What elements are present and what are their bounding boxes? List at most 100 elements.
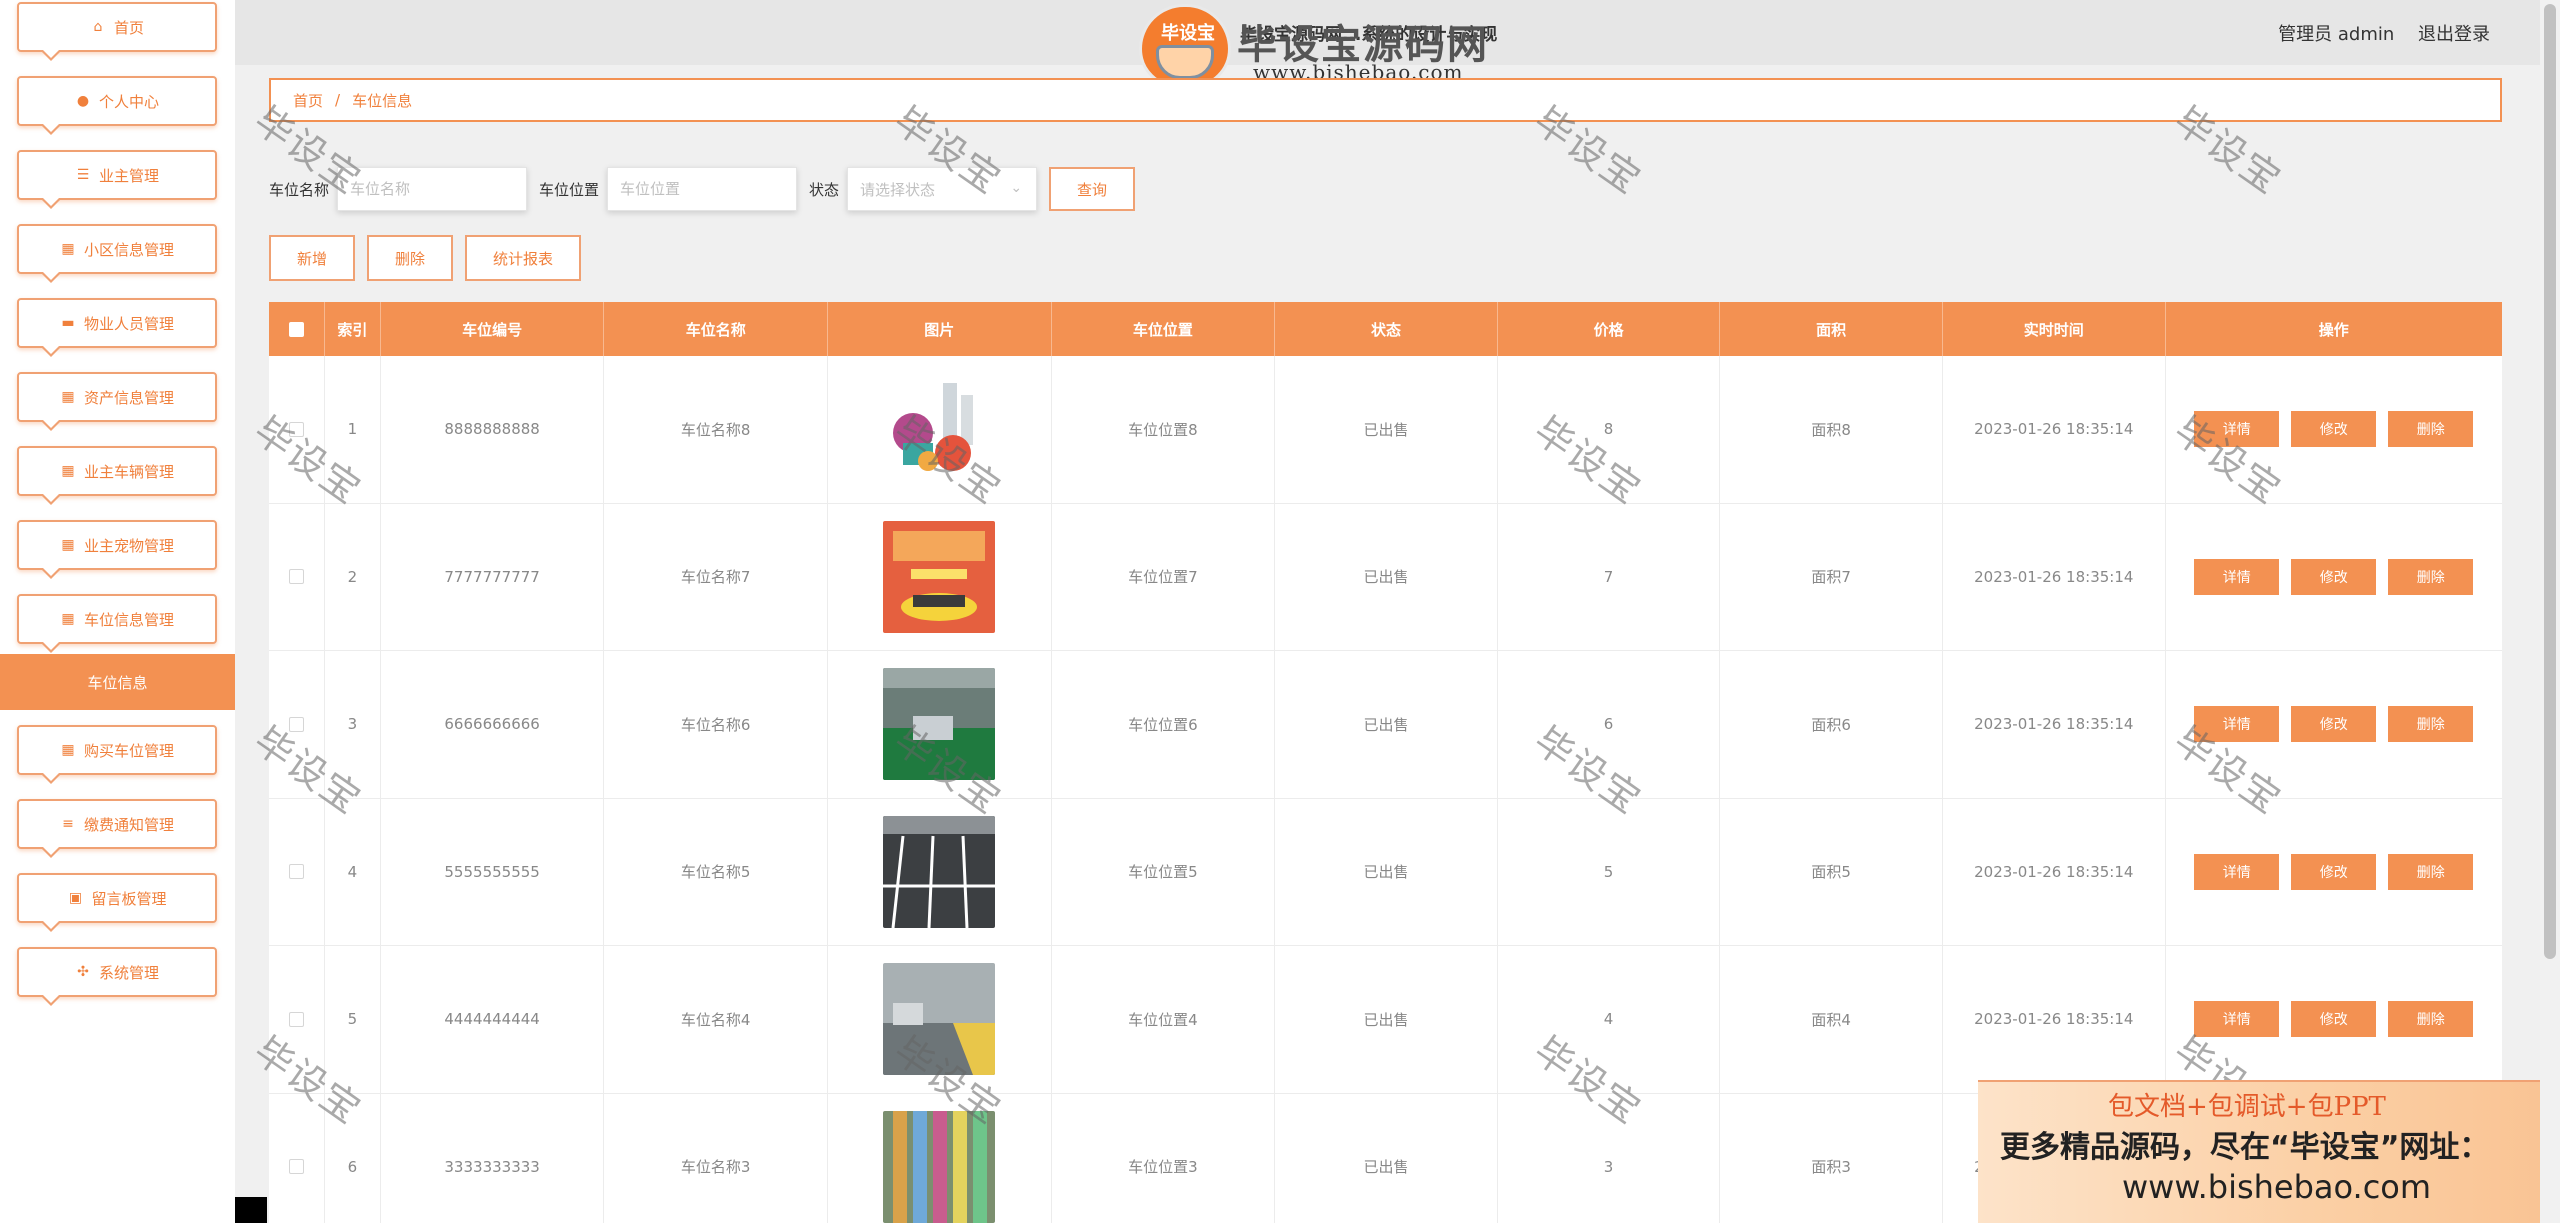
logo-badge-text: 毕设宝 xyxy=(1161,23,1215,44)
scrollbar-thumb[interactable] xyxy=(2544,4,2556,959)
row-select-cell xyxy=(269,798,325,945)
sidebar-item-vehicles[interactable]: ▦ 业主车辆管理 xyxy=(17,446,217,505)
position-input[interactable] xyxy=(607,167,798,211)
sidebar-item-assets[interactable]: ▦ 资产信息管理 xyxy=(17,372,217,431)
bulk-delete-button[interactable]: 删除 xyxy=(367,235,454,281)
header-position: 车位位置 xyxy=(1052,302,1276,356)
parking-thumbnail[interactable] xyxy=(883,668,996,781)
row-checkbox[interactable] xyxy=(288,1159,304,1175)
apps-icon: ▦ xyxy=(61,742,75,758)
select-all-checkbox[interactable] xyxy=(288,321,304,337)
detail-button[interactable]: 详情 xyxy=(2194,411,2280,448)
row-checkbox[interactable] xyxy=(288,864,304,880)
cell-actions: 详情修改删除 xyxy=(2166,356,2502,503)
cell-position: 车位位置7 xyxy=(1052,503,1276,650)
parking-thumbnail[interactable] xyxy=(883,373,996,486)
header-name: 车位名称 xyxy=(604,302,828,356)
row-checkbox[interactable] xyxy=(288,569,304,585)
logout-link[interactable]: 退出登录 xyxy=(2418,24,2490,45)
query-button[interactable]: 查询 xyxy=(1049,167,1136,211)
sidebar-item-label: 车位信息管理 xyxy=(83,610,174,629)
detail-button[interactable]: 详情 xyxy=(2194,706,2280,743)
delete-button[interactable]: 删除 xyxy=(2388,411,2474,448)
sidebar-item-pets[interactable]: ▦ 业主宠物管理 xyxy=(17,520,217,579)
edit-button[interactable]: 修改 xyxy=(2291,706,2377,743)
cell-index: 4 xyxy=(325,798,381,945)
cell-area: 面积6 xyxy=(1720,651,1943,798)
detail-button[interactable]: 详情 xyxy=(2194,1001,2280,1038)
delete-button[interactable]: 删除 xyxy=(2388,706,2474,743)
grid-icon: ▦ xyxy=(61,537,75,553)
header-index: 索引 xyxy=(325,302,381,356)
search-bar: 车位名称 车位位置 状态 请选择状态 ⌄ 查询 xyxy=(269,166,1136,212)
cell-actions: 详情修改删除 xyxy=(2166,651,2502,798)
sidebar-item-parking[interactable]: ▦ 车位信息管理 xyxy=(17,594,217,653)
edit-button[interactable]: 修改 xyxy=(2291,411,2377,448)
row-checkbox[interactable] xyxy=(288,1011,304,1027)
sidebar-item-label: 物业人员管理 xyxy=(83,314,174,333)
grid-icon: ▦ xyxy=(61,389,75,405)
sidebar-item-label: 首页 xyxy=(113,18,144,37)
parking-thumbnail[interactable] xyxy=(883,520,996,633)
cell-name: 车位名称8 xyxy=(604,356,828,503)
sliders-icon: ≡ xyxy=(62,816,74,832)
page-scrollbar[interactable] xyxy=(2540,0,2560,1223)
edit-button[interactable]: 修改 xyxy=(2291,558,2377,595)
cell-time: 2023-01-26 18:35:14 xyxy=(1943,651,2166,798)
cell-code: 6666666666 xyxy=(381,651,605,798)
cell-status: 已出售 xyxy=(1275,946,1498,1093)
sidebar-item-payment[interactable]: ≡ 缴费通知管理 xyxy=(17,799,217,858)
table-header: 索引 车位编号 车位名称 图片 车位位置 状态 价格 面积 实时时间 操作 xyxy=(269,302,2502,356)
edit-button[interactable]: 修改 xyxy=(2291,853,2377,890)
sidebar-item-community[interactable]: ▦ 小区信息管理 xyxy=(17,224,217,283)
grid-icon: ▦ xyxy=(61,611,75,627)
report-button[interactable]: 统计报表 xyxy=(465,235,582,281)
sidebar-footer-block xyxy=(235,1197,267,1223)
home-icon: ⌂ xyxy=(93,19,103,35)
sidebar-item-home[interactable]: ⌂ 首页 xyxy=(17,2,217,61)
cell-name: 车位名称6 xyxy=(604,651,828,798)
table-row: 2 7777777777 车位名称7 车位位置7 已出售 7 面积7 2023-01-26 1… xyxy=(269,503,2502,651)
cell-code: 5555555555 xyxy=(381,798,605,945)
breadcrumb-home[interactable]: 首页 xyxy=(293,90,323,111)
sidebar-item-system[interactable]: ✣ 系统管理 xyxy=(17,947,217,1006)
delete-button[interactable]: 删除 xyxy=(2388,1001,2474,1038)
sidebar-item-buy-parking[interactable]: ▦ 购买车位管理 xyxy=(17,725,217,784)
table-row: 1 8888888888 车位名称8 车位位置8 已出售 8 面积8 2023-01-26 1… xyxy=(269,356,2502,504)
cell-image xyxy=(828,651,1052,798)
cell-price: 8 xyxy=(1498,356,1721,503)
parking-thumbnail[interactable] xyxy=(883,1110,996,1223)
parking-thumbnail[interactable] xyxy=(883,963,996,1076)
delete-button[interactable]: 删除 xyxy=(2388,853,2474,890)
promo-banner[interactable]: 包文档+包调试+包PPT 更多精品源码，尽在“毕设宝”网址： www.bishe… xyxy=(1978,1080,2560,1223)
header-code: 车位编号 xyxy=(381,302,605,356)
edit-button[interactable]: 修改 xyxy=(2291,1001,2377,1038)
delete-button[interactable]: 删除 xyxy=(2388,558,2474,595)
parking-thumbnail[interactable] xyxy=(883,815,996,928)
cell-image xyxy=(828,798,1052,945)
cell-name: 车位名称3 xyxy=(604,1093,828,1223)
logo-badge: 毕设宝 xyxy=(1139,4,1231,88)
status-select[interactable]: 请选择状态 ⌄ xyxy=(847,167,1038,211)
position-label: 车位位置 xyxy=(539,180,600,199)
sidebar-item-owners[interactable]: ☰ 业主管理 xyxy=(17,150,217,209)
sidebar-subitem-parking-info[interactable]: 车位信息 xyxy=(0,654,235,710)
name-input[interactable] xyxy=(337,167,528,211)
add-button[interactable]: 新增 xyxy=(269,235,356,281)
header-time: 实时时间 xyxy=(1943,302,2166,356)
cell-code: 3333333333 xyxy=(381,1093,605,1223)
row-checkbox[interactable] xyxy=(288,421,304,437)
row-checkbox[interactable] xyxy=(288,716,304,732)
sidebar-item-messages[interactable]: ▣ 留言板管理 xyxy=(17,873,217,932)
detail-button[interactable]: 详情 xyxy=(2194,558,2280,595)
header-status: 状态 xyxy=(1275,302,1498,356)
sidebar-item-staff[interactable]: ▬ 物业人员管理 xyxy=(17,298,217,357)
detail-button[interactable]: 详情 xyxy=(2194,853,2280,890)
sidebar-item-profile[interactable]: ● 个人中心 xyxy=(17,76,217,135)
cell-time: 2023-01-26 18:35:14 xyxy=(1943,946,2166,1093)
site-logo: 毕设宝 毕设宝源码网 www.bishebao.com xyxy=(1125,0,1520,90)
cell-status: 已出售 xyxy=(1275,651,1498,798)
cell-price: 4 xyxy=(1498,946,1721,1093)
row-select-cell xyxy=(269,651,325,798)
cell-index: 6 xyxy=(325,1093,381,1223)
